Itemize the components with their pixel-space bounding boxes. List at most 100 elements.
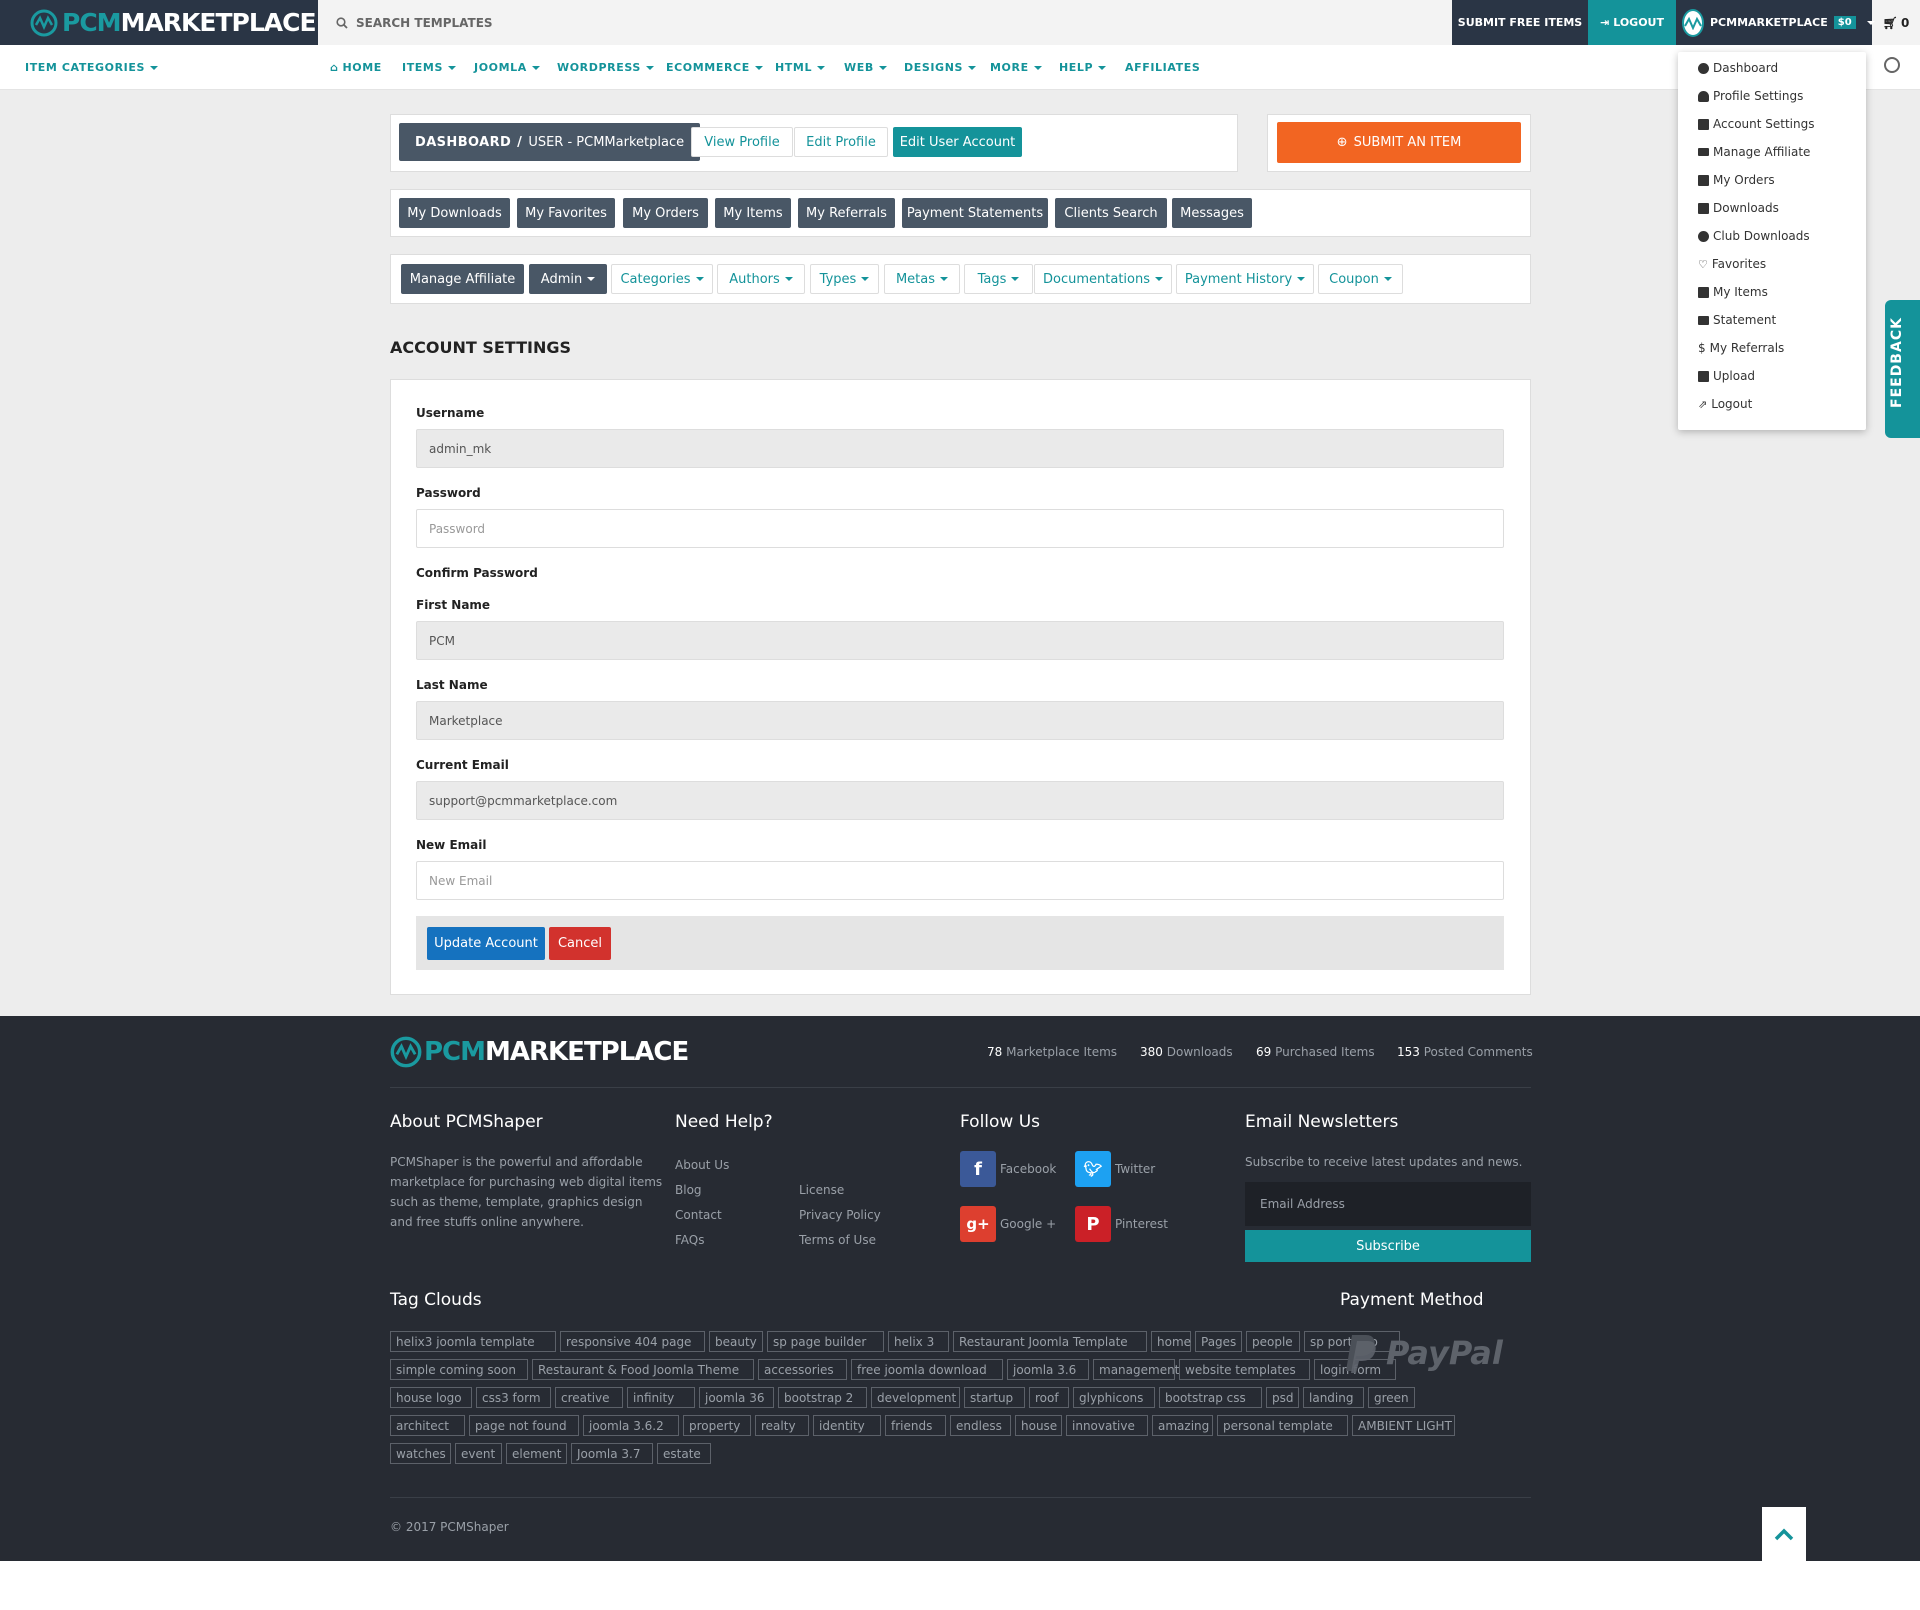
pinterest-link[interactable]: Pinterest: [1115, 1217, 1168, 1231]
nav-more[interactable]: MORE: [990, 45, 1042, 90]
nav-joomla[interactable]: JOOMLA: [474, 45, 540, 90]
tab-messages[interactable]: Messages: [1172, 198, 1252, 228]
menu-item-my-referrals[interactable]: $ My Referrals: [1698, 341, 1784, 355]
user-menu-button[interactable]: PCMMARKETPLACE $0: [1676, 0, 1875, 45]
tag-item[interactable]: accessories: [758, 1359, 847, 1380]
tab-my-favorites[interactable]: My Favorites: [517, 198, 615, 228]
tag-item[interactable]: house logo: [390, 1387, 472, 1408]
tag-item[interactable]: estate: [657, 1443, 711, 1464]
tag-item[interactable]: amazing: [1152, 1415, 1213, 1436]
tag-item[interactable]: roof: [1029, 1387, 1069, 1408]
twitter-icon[interactable]: 🐦︎: [1075, 1151, 1111, 1187]
search-input[interactable]: SEARCH TEMPLATES: [318, 0, 1452, 45]
update-account-button[interactable]: Update Account: [427, 927, 545, 960]
tag-item[interactable]: realty: [755, 1415, 809, 1436]
tag-item[interactable]: helix3 joomla template: [390, 1331, 556, 1352]
tag-item[interactable]: sp page builder: [767, 1331, 884, 1352]
footer-link-license[interactable]: License: [799, 1183, 844, 1197]
menu-item-club-downloads[interactable]: Club Downloads: [1698, 229, 1810, 243]
tags-dropdown[interactable]: Tags: [964, 264, 1033, 294]
menu-item-logout[interactable]: ⇗ Logout: [1698, 397, 1752, 411]
nav-home[interactable]: ⌂ HOME: [330, 45, 382, 90]
nav-designs[interactable]: DESIGNS: [904, 45, 977, 90]
tag-item[interactable]: free joomla download: [851, 1359, 1003, 1380]
username-field[interactable]: admin_mk: [416, 429, 1504, 468]
submit-free-items-button[interactable]: SUBMIT FREE ITEMS: [1452, 0, 1588, 45]
nav-web[interactable]: WEB: [844, 45, 887, 90]
menu-item-profile-settings[interactable]: Profile Settings: [1698, 89, 1803, 103]
tag-item[interactable]: page not found: [469, 1415, 579, 1436]
current-email-field[interactable]: support@pcmmarketplace.com: [416, 781, 1504, 820]
tag-item[interactable]: home: [1151, 1331, 1191, 1352]
tab-my-items[interactable]: My Items: [715, 198, 791, 228]
tag-item[interactable]: Pages: [1195, 1331, 1242, 1352]
tag-item[interactable]: startup: [964, 1387, 1025, 1408]
tag-item[interactable]: Restaurant & Food Joomla Theme: [532, 1359, 754, 1380]
back-to-top-button[interactable]: [1762, 1507, 1806, 1561]
footer-link-terms[interactable]: Terms of Use: [799, 1233, 876, 1247]
tag-item[interactable]: management: [1093, 1359, 1179, 1380]
nav-html[interactable]: HTML: [775, 45, 826, 90]
social-icon[interactable]: [1884, 57, 1900, 73]
nav-items[interactable]: ITEMS: [402, 45, 456, 90]
pinterest-icon[interactable]: P: [1075, 1206, 1111, 1242]
cancel-button[interactable]: Cancel: [549, 927, 611, 960]
footer-link-blog[interactable]: Blog: [675, 1183, 702, 1197]
google-plus-link[interactable]: Google +: [1000, 1217, 1056, 1231]
tag-item[interactable]: Joomla 3.7: [571, 1443, 653, 1464]
tag-item[interactable]: psd: [1266, 1387, 1299, 1408]
menu-item-downloads[interactable]: Downloads: [1698, 201, 1779, 215]
tag-item[interactable]: responsive 404 page: [560, 1331, 705, 1352]
menu-item-upload[interactable]: Upload: [1698, 369, 1755, 383]
nav-help[interactable]: HELP: [1059, 45, 1107, 90]
tab-payment-statements[interactable]: Payment Statements: [902, 198, 1048, 228]
submit-item-button[interactable]: ⊕ SUBMIT AN ITEM: [1277, 122, 1521, 163]
admin-dropdown[interactable]: Admin: [529, 264, 607, 294]
tag-item[interactable]: glyphicons: [1073, 1387, 1155, 1408]
tag-item[interactable]: bootstrap 2: [778, 1387, 867, 1408]
cart-button[interactable]: 🛒︎ 0: [1872, 0, 1920, 45]
tab-my-referrals[interactable]: My Referrals: [798, 198, 895, 228]
tag-item[interactable]: identity: [813, 1415, 881, 1436]
tag-item[interactable]: creative: [555, 1387, 623, 1408]
types-dropdown[interactable]: Types: [810, 264, 879, 294]
google-plus-icon[interactable]: g+: [960, 1206, 996, 1242]
categories-dropdown[interactable]: Categories: [611, 264, 713, 294]
menu-item-my-items[interactable]: My Items: [1698, 285, 1768, 299]
tag-item[interactable]: css3 form: [476, 1387, 551, 1408]
tag-item[interactable]: landing: [1303, 1387, 1364, 1408]
site-logo[interactable]: PCMMARKETPLACE: [0, 0, 318, 45]
tag-item[interactable]: Restaurant Joomla Template: [953, 1331, 1147, 1352]
footer-logo[interactable]: PCMMARKETPLACE: [390, 1036, 689, 1068]
nav-wordpress[interactable]: WORDPRESS: [557, 45, 654, 90]
tab-my-downloads[interactable]: My Downloads: [399, 198, 510, 228]
menu-item-my-orders[interactable]: My Orders: [1698, 173, 1775, 187]
tab-manage-affiliate[interactable]: Manage Affiliate: [401, 264, 524, 294]
item-categories-menu[interactable]: ITEM CATEGORIES: [25, 45, 159, 90]
documentations-dropdown[interactable]: Documentations: [1034, 264, 1172, 294]
tab-clients-search[interactable]: Clients Search: [1055, 198, 1167, 228]
coupon-dropdown[interactable]: Coupon: [1318, 264, 1403, 294]
nav-affiliates[interactable]: AFFILIATES: [1125, 45, 1200, 90]
tag-item[interactable]: beauty: [709, 1331, 763, 1352]
last-name-field[interactable]: Marketplace: [416, 701, 1504, 740]
edit-profile-button[interactable]: Edit Profile: [794, 127, 888, 157]
menu-item-dashboard[interactable]: Dashboard: [1698, 61, 1778, 75]
subscribe-button[interactable]: Subscribe: [1245, 1230, 1531, 1262]
tag-item[interactable]: helix 3: [888, 1331, 949, 1352]
tag-item[interactable]: bootstrap css: [1159, 1387, 1262, 1408]
new-email-field[interactable]: New Email: [416, 861, 1504, 900]
menu-item-favorites[interactable]: ♡ Favorites: [1698, 257, 1766, 271]
facebook-icon[interactable]: f: [960, 1151, 996, 1187]
tag-item[interactable]: architect: [390, 1415, 465, 1436]
tag-item[interactable]: watches: [390, 1443, 451, 1464]
footer-link-faqs[interactable]: FAQs: [675, 1233, 705, 1247]
footer-link-about[interactable]: About Us: [675, 1158, 729, 1172]
twitter-link[interactable]: Twitter: [1115, 1162, 1155, 1176]
metas-dropdown[interactable]: Metas: [884, 264, 960, 294]
tag-item[interactable]: joomla 3.6.2: [583, 1415, 679, 1436]
tag-item[interactable]: house: [1015, 1415, 1062, 1436]
view-profile-button[interactable]: View Profile: [691, 127, 793, 157]
menu-item-manage-affiliate[interactable]: Manage Affiliate: [1698, 145, 1810, 159]
tab-my-orders[interactable]: My Orders: [623, 198, 708, 228]
